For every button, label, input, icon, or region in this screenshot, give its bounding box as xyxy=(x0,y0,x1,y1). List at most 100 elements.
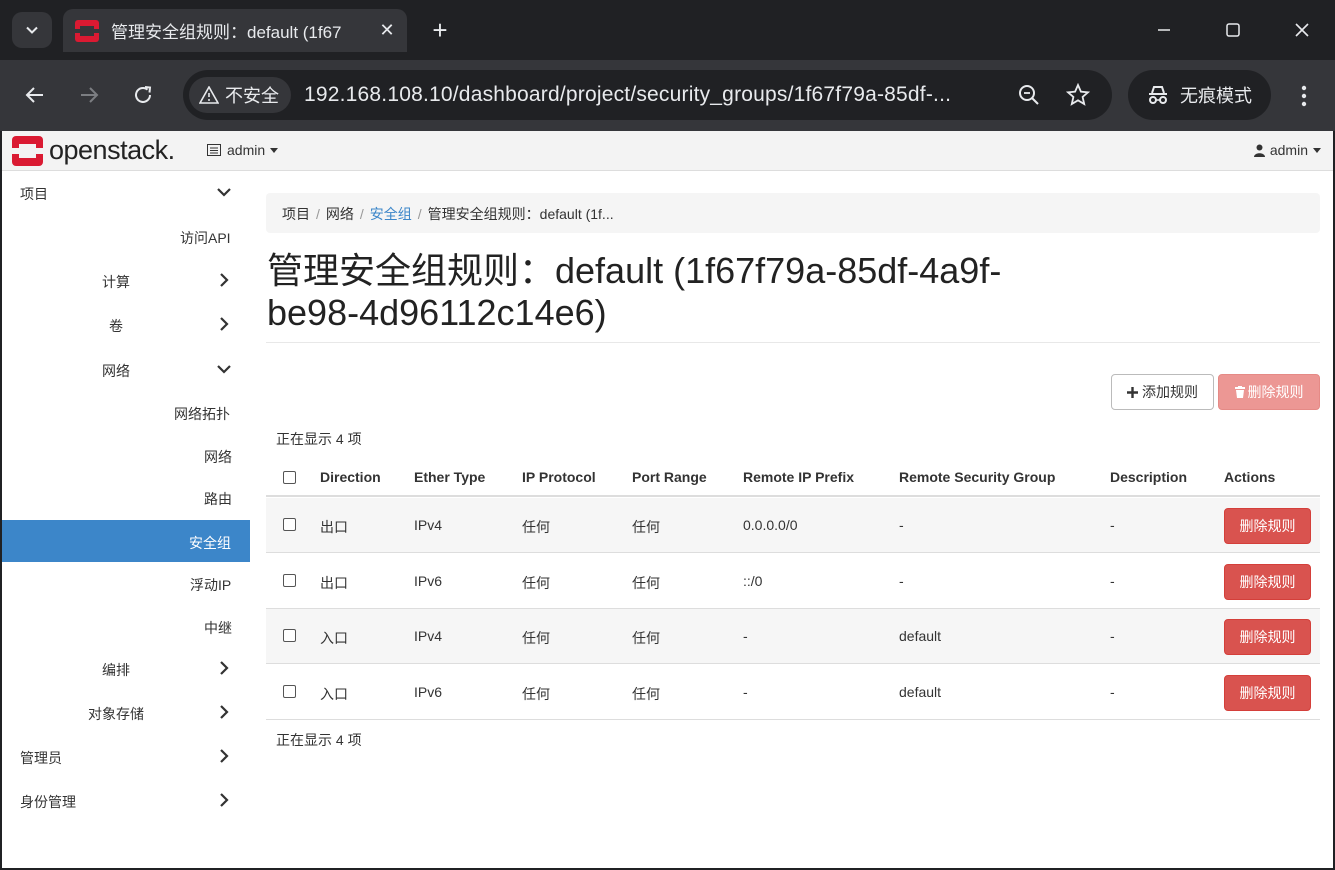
sidebar-item-routers[interactable]: 路由 xyxy=(2,476,250,518)
delete-rule-button[interactable]: 删除规则 xyxy=(1224,508,1311,544)
url-text[interactable]: 192.168.108.10/dashboard/project/securit… xyxy=(304,83,951,107)
sidebar-item-admin[interactable]: 管理员 xyxy=(2,735,250,777)
sidebar-item-network[interactable]: 网络 xyxy=(2,348,250,390)
cell-remote-ip-prefix: - xyxy=(743,684,748,700)
sidebar-item-security-groups[interactable]: 安全组 xyxy=(2,520,250,562)
delete-rule-button[interactable]: 删除规则 xyxy=(1224,675,1311,711)
cell-remote-ip-prefix: - xyxy=(743,628,748,644)
close-window-button[interactable] xyxy=(1280,12,1324,48)
sidebar-item-project[interactable]: 项目 xyxy=(2,171,250,213)
incognito-badge[interactable]: 无痕模式 xyxy=(1128,70,1271,120)
browser-menu-icon[interactable] xyxy=(1290,78,1318,114)
sidebar-item-floating-ips[interactable]: 浮动IP xyxy=(2,562,250,604)
cell-description: - xyxy=(1110,628,1115,644)
cell-direction: 入口 xyxy=(320,686,348,702)
sidebar-item-compute[interactable]: 计算 xyxy=(2,259,250,301)
row-checkbox[interactable] xyxy=(283,629,296,642)
bookmark-star-icon[interactable] xyxy=(1064,81,1092,109)
chevron-right-icon xyxy=(220,793,229,807)
caret-down-icon xyxy=(1313,147,1321,153)
address-bar[interactable]: 不安全 192.168.108.10/dashboard/project/sec… xyxy=(183,70,1112,120)
delete-rule-button[interactable]: 删除规则 xyxy=(1224,619,1311,655)
delete-rule-button[interactable]: 删除规则 xyxy=(1224,564,1311,600)
chevron-right-icon xyxy=(220,705,229,719)
cell-port-range: 任何 xyxy=(632,630,660,646)
cell-ip-protocol: 任何 xyxy=(522,575,550,591)
page-title-line2: be98-4d96112c14e6) xyxy=(267,292,607,333)
warning-icon xyxy=(199,86,219,104)
sidebar-item-orchestration[interactable]: 编排 xyxy=(2,647,250,689)
openstack-logo[interactable]: openstack. xyxy=(12,135,175,166)
column-header-port-range[interactable]: Port Range xyxy=(632,469,707,485)
user-icon xyxy=(1253,144,1265,157)
cell-remote-security-group: - xyxy=(899,517,904,533)
sidebar-item-api-access[interactable]: 访问API xyxy=(2,215,250,257)
breadcrumb-item: 网络 xyxy=(325,206,354,222)
sidebar-item-networks[interactable]: 网络 xyxy=(2,434,250,476)
cell-remote-security-group: - xyxy=(899,573,904,589)
column-header-remote-ip-prefix[interactable]: Remote IP Prefix xyxy=(743,469,854,485)
tab-search-button[interactable] xyxy=(12,12,52,48)
cell-description: - xyxy=(1110,517,1115,533)
sidebar-item-label: 对象存储 xyxy=(88,706,144,722)
browser-tabstrip: 管理安全组规则：default (1f67 ✕ + xyxy=(0,0,1335,60)
sidebar-item-volumes[interactable]: 卷 xyxy=(2,303,250,345)
caret-down-icon xyxy=(270,147,279,153)
new-tab-button[interactable]: + xyxy=(424,14,456,46)
maximize-window-button[interactable] xyxy=(1211,12,1255,48)
list-icon xyxy=(207,144,221,156)
sidebar-item-trunks[interactable]: 中继 xyxy=(2,605,250,647)
project-switcher[interactable]: admin xyxy=(207,142,279,158)
cell-direction: 出口 xyxy=(320,575,348,591)
cell-remote-security-group: default xyxy=(899,684,942,700)
add-rule-button[interactable]: 添加规则 xyxy=(1111,374,1214,410)
column-header-remote-security-group[interactable]: Remote Security Group xyxy=(899,469,1055,485)
reload-button[interactable] xyxy=(125,77,161,113)
forward-button[interactable] xyxy=(71,77,107,113)
chevron-right-icon xyxy=(220,661,229,675)
sidebar-item-label: 中继 xyxy=(204,620,232,636)
sidebar-item-label: 项目 xyxy=(20,186,48,202)
browser-tab[interactable]: 管理安全组规则：default (1f67 ✕ xyxy=(63,9,407,52)
logo-text: openstack. xyxy=(49,135,175,165)
project-name: admin xyxy=(227,142,266,158)
back-button[interactable] xyxy=(17,77,53,113)
cell-remote-ip-prefix: ::/0 xyxy=(743,573,763,589)
top-navbar: openstack. admin admin xyxy=(2,131,1333,171)
security-label: 不安全 xyxy=(225,86,279,106)
web-page: openstack. admin admin 项目 访问API 计算 卷 网络 … xyxy=(2,131,1333,868)
table-row: 入口 IPv6 任何 任何 - default - 删除规则 xyxy=(266,665,1320,720)
row-checkbox[interactable] xyxy=(283,574,296,587)
chevron-right-icon xyxy=(220,273,229,287)
minimize-window-button[interactable] xyxy=(1142,12,1186,48)
column-header-description[interactable]: Description xyxy=(1110,469,1187,485)
row-checkbox[interactable] xyxy=(283,685,296,698)
cell-remote-security-group: default xyxy=(899,628,942,644)
close-tab-icon[interactable]: ✕ xyxy=(373,17,401,45)
sidebar-item-label: 网络拓扑 xyxy=(174,406,230,422)
sidebar-item-label: 身份管理 xyxy=(20,794,76,810)
sidebar-item-network-topology[interactable]: 网络拓扑 xyxy=(2,391,250,433)
breadcrumb-current: 管理安全组规则：default (1f... xyxy=(427,206,614,222)
sidebar-item-object-store[interactable]: 对象存储 xyxy=(2,691,250,733)
row-checkbox[interactable] xyxy=(283,518,296,531)
delete-rules-button[interactable]: 删除规则 xyxy=(1218,374,1320,410)
sidebar-item-label: 卷 xyxy=(109,318,123,334)
sidebar-item-identity[interactable]: 身份管理 xyxy=(2,779,250,821)
cell-ether-type: IPv6 xyxy=(414,684,443,700)
cell-description: - xyxy=(1110,573,1115,589)
breadcrumb-link-security-groups[interactable]: 安全组 xyxy=(370,206,412,222)
sidebar-item-label: 管理员 xyxy=(20,750,62,766)
divider xyxy=(266,342,1320,343)
column-header-direction[interactable]: Direction xyxy=(320,469,381,485)
cell-ether-type: IPv6 xyxy=(414,573,443,589)
table-row: 出口 IPv6 任何 任何 ::/0 - - 删除规则 xyxy=(266,554,1320,609)
security-indicator[interactable]: 不安全 xyxy=(189,77,291,113)
column-header-ip-protocol[interactable]: IP Protocol xyxy=(522,469,596,485)
page-title-line1: 管理安全组规则：default (1f67f79a-85df-4a9f- xyxy=(267,250,1002,291)
column-header-ether-type[interactable]: Ether Type xyxy=(414,469,485,485)
trash-icon xyxy=(1234,386,1245,398)
user-menu[interactable]: admin xyxy=(1253,142,1321,158)
zoom-icon[interactable] xyxy=(1015,81,1043,109)
select-all-checkbox[interactable] xyxy=(283,471,296,484)
